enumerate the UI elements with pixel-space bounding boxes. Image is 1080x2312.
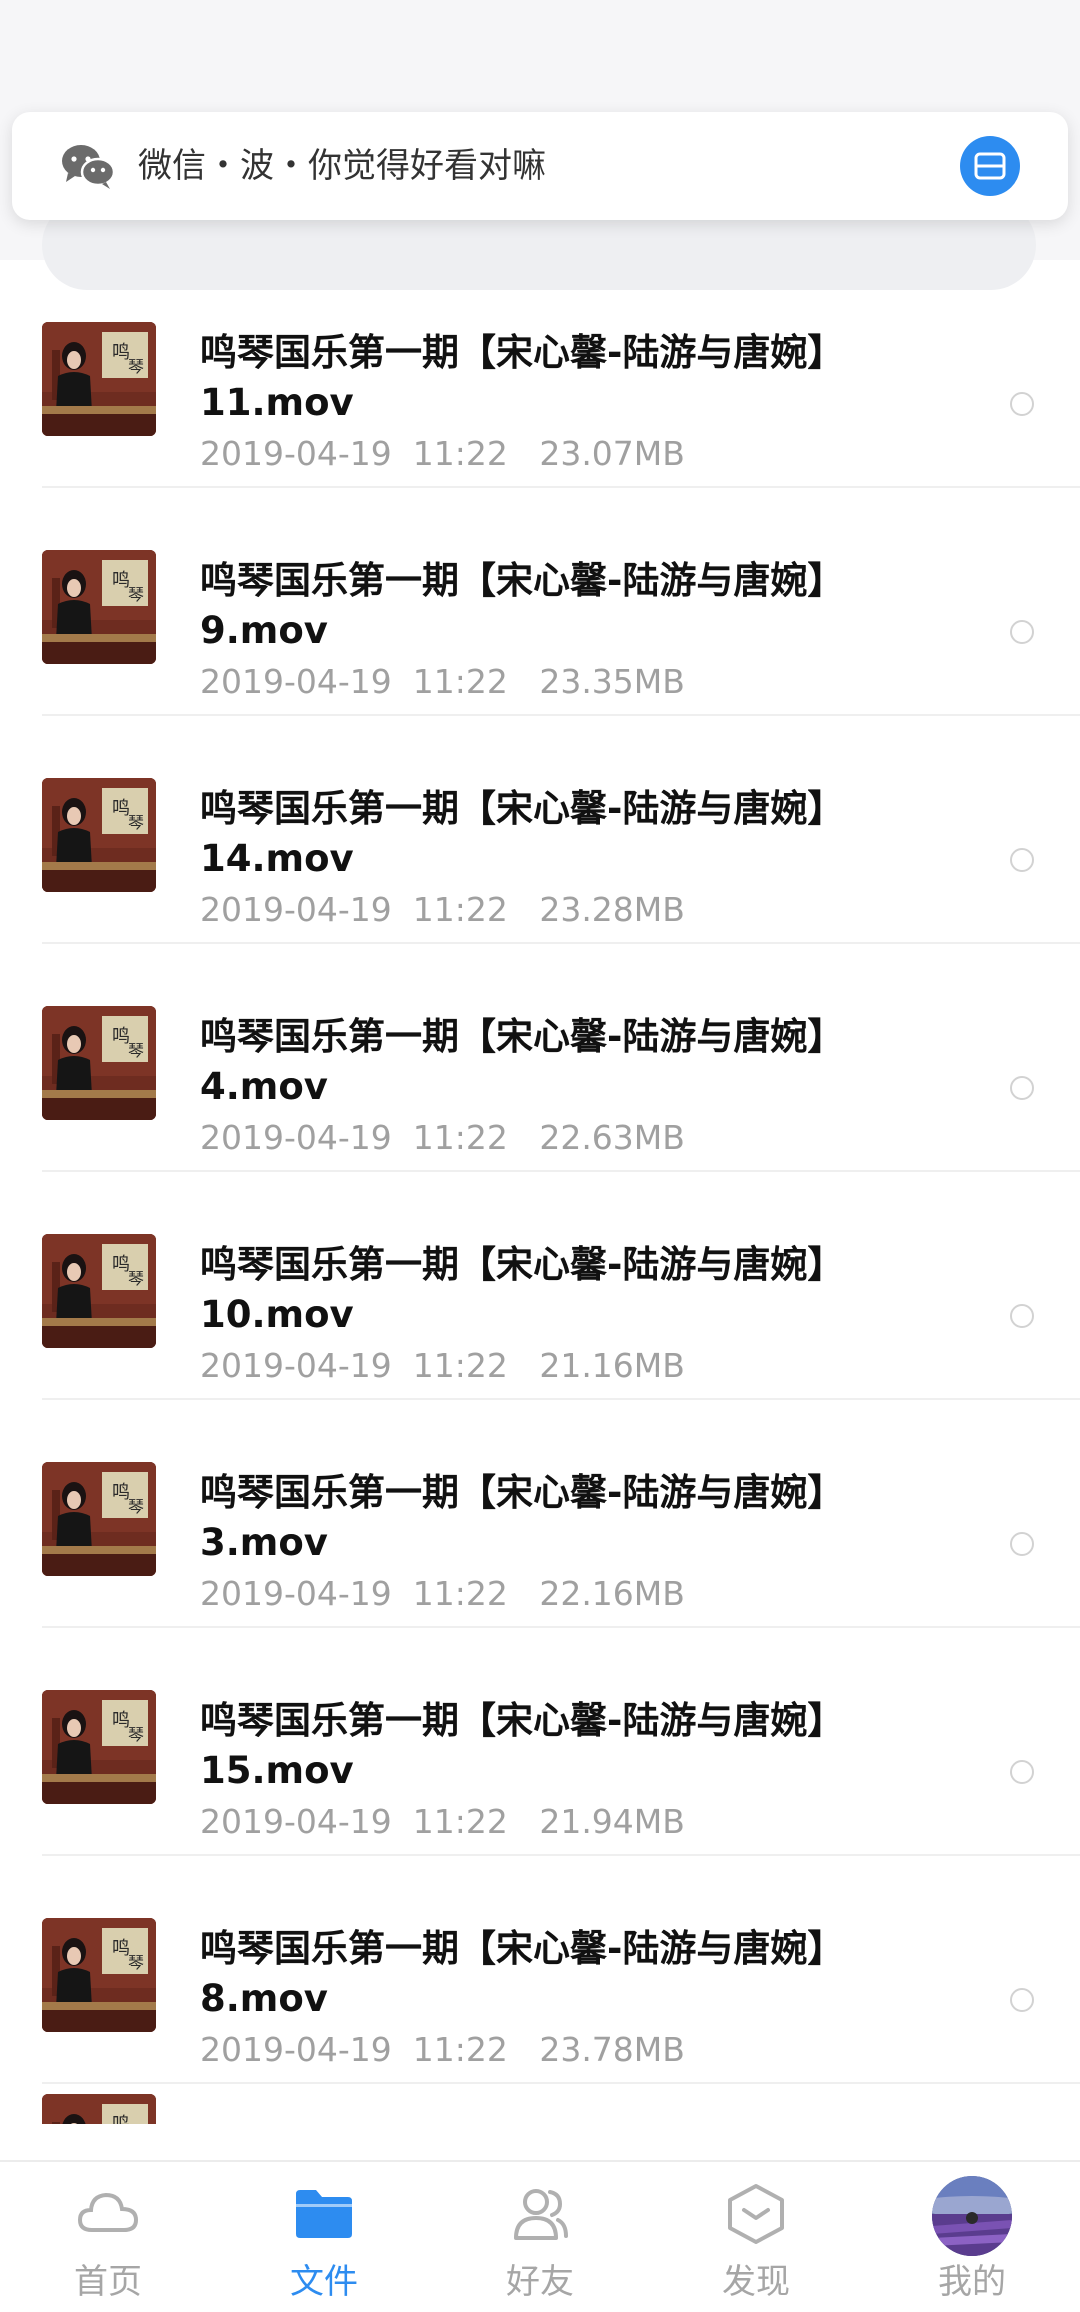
video-thumbnail: 鸣 琴 [42,1006,156,1120]
video-thumbnail: 鸣 琴 [42,1918,156,2032]
tab-me-label: 我的 [938,2262,1006,2302]
file-meta: 2019-04-19 11:22 22.63MB [200,1118,685,1157]
file-row[interactable]: 鸣 琴 鸣琴国乐第一期【宋心馨-陆游与唐婉】9.mov 2019-04-19 1… [0,488,1080,716]
svg-text:琴: 琴 [128,813,144,832]
file-meta: 2019-04-19 11:22 23.28MB [200,890,685,929]
tab-discover-label: 发现 [722,2262,790,2302]
file-name: 鸣琴国乐第一期【宋心馨-陆游与唐婉】3.mov [200,1471,845,1564]
svg-text:琴: 琴 [128,1041,144,1060]
bottom-tab-bar: 首页 文件 好友 发现 我的 [0,2160,1080,2312]
svg-text:琴: 琴 [128,1953,144,1972]
file-meta: 2019-04-19 11:22 21.94MB [200,1802,685,1841]
tab-files-label: 文件 [290,2262,358,2302]
select-radio[interactable] [1010,1988,1034,2012]
svg-text:琴: 琴 [128,1497,144,1516]
file-row[interactable]: 鸣 琴 鸣琴国乐第一期【宋心馨-陆游与唐婉】10.mov 2019-04-19 … [0,1172,1080,1400]
file-meta: 2019-04-19 11:22 23.07MB [200,434,685,473]
tab-discover[interactable]: 发现 [648,2162,864,2312]
file-row[interactable]: 鸣 琴 鸣琴国乐第一期【宋心馨-陆游与唐婉】11.mov 2019-04-19 … [0,260,1080,488]
select-radio[interactable] [1010,1304,1034,1328]
file-name: 鸣琴国乐第一期【宋心馨-陆游与唐婉】10.mov [200,1243,845,1336]
video-thumbnail: 鸣 琴 [42,778,156,892]
tab-me[interactable]: 我的 [864,2162,1080,2312]
tab-home-label: 首页 [74,2262,142,2302]
tab-friends[interactable]: 好友 [432,2162,648,2312]
discover-icon [728,2184,784,2244]
video-thumbnail: 鸣 琴 [42,550,156,664]
select-radio[interactable] [1010,1076,1034,1100]
file-meta: 2019-04-19 11:22 23.78MB [200,2030,685,2069]
tab-friends-label: 好友 [506,2262,574,2302]
friends-icon [514,2189,568,2240]
file-name: 鸣琴国乐第一期【宋心馨-陆游与唐婉】8.mov [200,1927,845,2020]
video-thumbnail: 鸣 琴 [42,2094,156,2124]
file-list: 鸣 琴 鸣琴国乐第一期【宋心馨-陆游与唐婉】11.mov 2019-04-19 … [0,260,1080,2124]
file-name: 鸣琴国乐第一期【宋心馨-陆游与唐婉】9.mov [200,559,845,652]
file-meta: 2019-04-19 11:22 21.16MB [200,1346,685,1385]
video-thumbnail: 鸣 琴 [42,1234,156,1348]
tab-files[interactable]: 文件 [216,2162,432,2312]
svg-text:琴: 琴 [128,1269,144,1288]
file-name: 鸣琴国乐第一期【宋心馨-陆游与唐婉】15.mov [200,1699,845,1792]
video-thumbnail: 鸣 琴 [42,322,156,436]
svg-text:琴: 琴 [128,357,144,376]
tab-home[interactable]: 首页 [0,2162,216,2312]
file-meta: 2019-04-19 11:22 22.16MB [200,1574,685,1613]
file-name: 鸣琴国乐第一期【宋心馨-陆游与唐婉】14.mov [200,787,845,880]
avatar [932,2176,1012,2256]
file-name: 鸣琴国乐第一期【宋心馨-陆游与唐婉】11.mov [200,331,845,424]
file-row-partial[interactable]: 鸣 琴 [0,2084,1080,2124]
notification-text: 微信・波・你觉得好看对嘛 [138,146,546,186]
svg-text:琴: 琴 [128,1725,144,1744]
file-meta: 2019-04-19 11:22 23.35MB [200,662,685,701]
file-row[interactable]: 鸣 琴 鸣琴国乐第一期【宋心馨-陆游与唐婉】8.mov 2019-04-19 1… [0,1856,1080,2084]
svg-text:鸣: 鸣 [112,2114,130,2124]
file-name: 鸣琴国乐第一期【宋心馨-陆游与唐婉】4.mov [200,1015,845,1108]
select-radio[interactable] [1010,392,1034,416]
video-thumbnail: 鸣 琴 [42,1462,156,1576]
file-row[interactable]: 鸣 琴 鸣琴国乐第一期【宋心馨-陆游与唐婉】15.mov 2019-04-19 … [0,1628,1080,1856]
select-radio[interactable] [1010,1532,1034,1556]
select-radio[interactable] [1010,1760,1034,1784]
select-radio[interactable] [1010,848,1034,872]
file-row[interactable]: 鸣 琴 鸣琴国乐第一期【宋心馨-陆游与唐婉】3.mov 2019-04-19 1… [0,1400,1080,1628]
folder-icon [296,2190,352,2238]
video-thumbnail: 鸣 琴 [42,1690,156,1804]
cloud-icon [77,2192,139,2232]
expand-icon [974,152,1006,180]
file-row[interactable]: 鸣 琴 鸣琴国乐第一期【宋心馨-陆游与唐婉】4.mov 2019-04-19 1… [0,944,1080,1172]
svg-text:琴: 琴 [128,585,144,604]
select-radio[interactable] [1010,620,1034,644]
wechat-icon [62,145,116,189]
expand-button[interactable] [960,136,1020,196]
file-row[interactable]: 鸣 琴 鸣琴国乐第一期【宋心馨-陆游与唐婉】14.mov 2019-04-19 … [0,716,1080,944]
wechat-notification-banner[interactable]: 微信・波・你觉得好看对嘛 [12,112,1068,220]
